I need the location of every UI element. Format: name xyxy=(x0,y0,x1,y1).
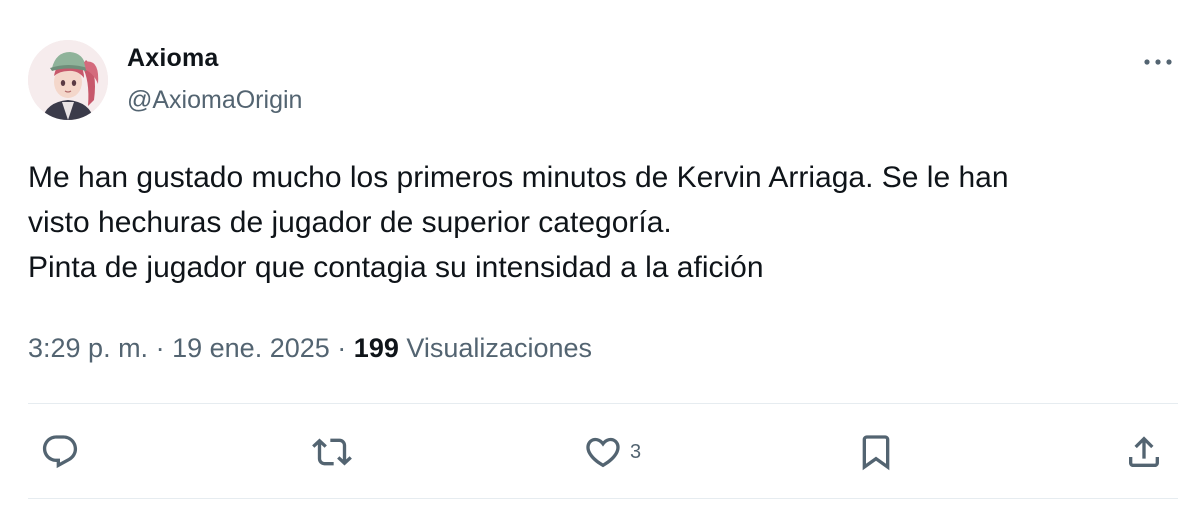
more-options-button[interactable] xyxy=(1138,48,1178,76)
tweet-card: Axioma @AxiomaOrigin Me han gustado much… xyxy=(0,0,1200,520)
like-count: 3 xyxy=(630,440,642,463)
more-horizontal-icon xyxy=(1144,59,1172,65)
author-display-name[interactable]: Axioma xyxy=(127,44,219,73)
heart-icon xyxy=(586,437,620,468)
tweet-date[interactable]: 19 ene. 2025 xyxy=(172,333,330,363)
avatar[interactable] xyxy=(28,40,108,120)
meta-separator: · xyxy=(337,333,347,363)
tweet-text-line: Me han gustado mucho los primeros minuto… xyxy=(28,161,1009,194)
meta-separator: · xyxy=(155,333,165,363)
share-button[interactable] xyxy=(1124,428,1164,476)
retweet-button[interactable] xyxy=(310,428,354,476)
tweet-text: Me han gustado mucho los primeros minuto… xyxy=(28,155,1188,290)
bookmark-icon xyxy=(862,435,890,471)
retweet-icon xyxy=(312,438,352,466)
views-label: Visualizaciones xyxy=(406,333,592,363)
like-button[interactable]: 3 xyxy=(582,428,641,476)
author-handle[interactable]: @AxiomaOrigin xyxy=(127,86,302,115)
reply-button[interactable] xyxy=(40,428,80,476)
tweet-text-line: Pinta de jugador que contagia su intensi… xyxy=(28,251,764,284)
views-count: 199 xyxy=(353,333,399,363)
divider-bottom xyxy=(28,498,1178,499)
tweet-text-line: visto hechuras de jugador de superior ca… xyxy=(28,206,672,239)
tweet-time[interactable]: 3:29 p. m. xyxy=(28,333,148,363)
reply-icon xyxy=(42,435,78,469)
divider-top xyxy=(28,403,1178,404)
bookmark-button[interactable] xyxy=(856,428,896,476)
share-icon xyxy=(1129,436,1159,467)
tweet-meta: 3:29 p. m. · 19 ene. 2025 · 199 Visualiz… xyxy=(28,333,592,364)
